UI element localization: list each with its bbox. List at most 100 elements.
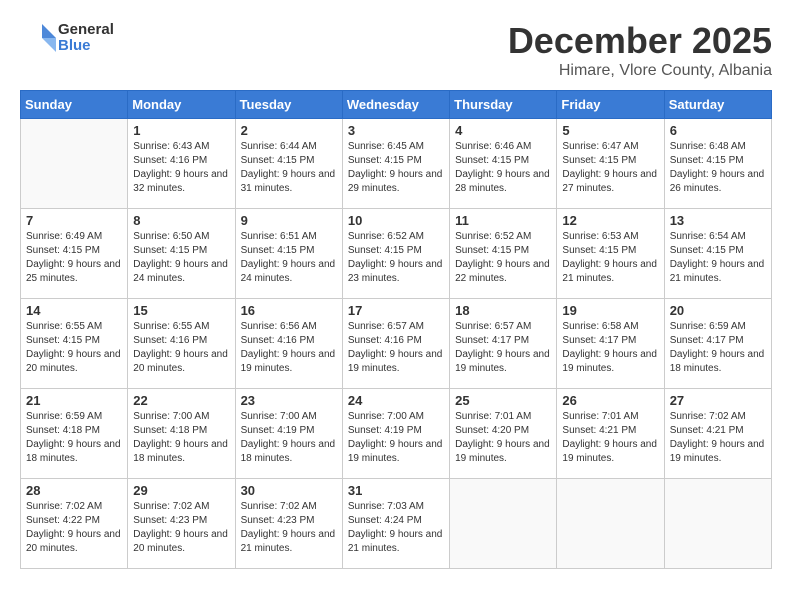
day-info: Sunrise: 6:45 AMSunset: 4:15 PMDaylight:…: [348, 140, 444, 196]
day-number: 29: [133, 483, 229, 498]
day-number: 12: [562, 213, 658, 228]
day-info: Sunrise: 6:59 AMSunset: 4:17 PMDaylight:…: [670, 320, 766, 376]
day-number: 5: [562, 123, 658, 138]
calendar-cell: 2 Sunrise: 6:44 AMSunset: 4:15 PMDaylight…: [235, 119, 342, 209]
day-info: Sunrise: 7:00 AMSunset: 4:19 PMDaylight:…: [348, 410, 444, 466]
day-info: Sunrise: 6:57 AMSunset: 4:17 PMDaylight:…: [455, 320, 551, 376]
day-info: Sunrise: 7:00 AMSunset: 4:18 PMDaylight:…: [133, 410, 229, 466]
day-info: Sunrise: 7:02 AMSunset: 4:23 PMDaylight:…: [241, 500, 337, 556]
calendar-cell: 5Sunrise: 6:47 AMSunset: 4:15 PMDaylight…: [557, 119, 664, 209]
calendar-cell: 20 Sunrise: 6:59 AMSunset: 4:17 PMDayligh…: [664, 299, 771, 389]
day-info: Sunrise: 7:03 AMSunset: 4:24 PMDaylight:…: [348, 500, 444, 556]
day-info: Sunrise: 6:51 AMSunset: 4:15 PMDaylight:…: [241, 230, 337, 286]
day-number: 3: [348, 123, 444, 138]
calendar-cell: 11 Sunrise: 6:52 AMSunset: 4:15 PMDayligh…: [450, 209, 557, 299]
calendar-cell: [21, 119, 128, 209]
day-info: Sunrise: 6:48 AMSunset: 4:15 PMDaylight:…: [670, 140, 766, 196]
calendar-cell: 25 Sunrise: 7:01 AMSunset: 4:20 PMDayligh…: [450, 389, 557, 479]
calendar-cell: 1 Sunrise: 6:43 AMSunset: 4:16 PMDaylight…: [128, 119, 235, 209]
logo-general: General: [58, 22, 114, 39]
calendar-week-row: 1 Sunrise: 6:43 AMSunset: 4:16 PMDaylight…: [21, 119, 772, 209]
day-info: Sunrise: 6:43 AMSunset: 4:16 PMDaylight:…: [133, 140, 229, 196]
day-number: 10: [348, 213, 444, 228]
calendar-cell: 31 Sunrise: 7:03 AMSunset: 4:24 PMDayligh…: [342, 479, 449, 569]
day-number: 23: [241, 393, 337, 408]
day-info: Sunrise: 6:49 AMSunset: 4:15 PMDaylight:…: [26, 230, 122, 286]
day-info: Sunrise: 6:55 AMSunset: 4:15 PMDaylight:…: [26, 320, 122, 376]
calendar-cell: [450, 479, 557, 569]
day-info: Sunrise: 6:55 AMSunset: 4:16 PMDaylight:…: [133, 320, 229, 376]
day-number: 20: [670, 303, 766, 318]
calendar-cell: 18Sunrise: 6:57 AMSunset: 4:17 PMDayligh…: [450, 299, 557, 389]
day-info: Sunrise: 7:01 AMSunset: 4:20 PMDaylight:…: [455, 410, 551, 466]
day-number: 1: [133, 123, 229, 138]
day-number: 19: [562, 303, 658, 318]
day-number: 16: [241, 303, 337, 318]
calendar-cell: 7 Sunrise: 6:49 AMSunset: 4:15 PMDaylight…: [21, 209, 128, 299]
column-header-thursday: Thursday: [450, 91, 557, 119]
day-number: 27: [670, 393, 766, 408]
day-info: Sunrise: 7:00 AMSunset: 4:19 PMDaylight:…: [241, 410, 337, 466]
day-info: Sunrise: 6:46 AMSunset: 4:15 PMDaylight:…: [455, 140, 551, 196]
calendar-cell: 15Sunrise: 6:55 AMSunset: 4:16 PMDayligh…: [128, 299, 235, 389]
calendar-cell: 8Sunrise: 6:50 AMSunset: 4:15 PMDaylight…: [128, 209, 235, 299]
day-info: Sunrise: 6:56 AMSunset: 4:16 PMDaylight:…: [241, 320, 337, 376]
day-number: 14: [26, 303, 122, 318]
day-number: 25: [455, 393, 551, 408]
column-header-friday: Friday: [557, 91, 664, 119]
day-number: 21: [26, 393, 122, 408]
calendar-week-row: 28 Sunrise: 7:02 AMSunset: 4:22 PMDayligh…: [21, 479, 772, 569]
day-number: 31: [348, 483, 444, 498]
day-info: Sunrise: 6:58 AMSunset: 4:17 PMDaylight:…: [562, 320, 658, 376]
day-number: 11: [455, 213, 551, 228]
day-info: Sunrise: 6:50 AMSunset: 4:15 PMDaylight:…: [133, 230, 229, 286]
day-info: Sunrise: 6:52 AMSunset: 4:15 PMDaylight:…: [348, 230, 444, 286]
column-header-saturday: Saturday: [664, 91, 771, 119]
title-area: December 2025 Himare, Vlore County, Alba…: [508, 20, 772, 80]
day-number: 6: [670, 123, 766, 138]
day-info: Sunrise: 6:44 AMSunset: 4:15 PMDaylight:…: [241, 140, 337, 196]
calendar-cell: 16 Sunrise: 6:56 AMSunset: 4:16 PMDayligh…: [235, 299, 342, 389]
calendar-cell: 30 Sunrise: 7:02 AMSunset: 4:23 PMDayligh…: [235, 479, 342, 569]
calendar-header-row: SundayMondayTuesdayWednesdayThursdayFrid…: [21, 91, 772, 119]
column-header-wednesday: Wednesday: [342, 91, 449, 119]
day-info: Sunrise: 6:54 AMSunset: 4:15 PMDaylight:…: [670, 230, 766, 286]
day-number: 28: [26, 483, 122, 498]
logo-container: General Blue: [20, 20, 114, 56]
page-header: General Blue December 2025 Himare, Vlore…: [20, 20, 772, 80]
day-number: 30: [241, 483, 337, 498]
calendar-cell: 22 Sunrise: 7:00 AMSunset: 4:18 PMDayligh…: [128, 389, 235, 479]
calendar-cell: [664, 479, 771, 569]
calendar-cell: [557, 479, 664, 569]
calendar-cell: 9 Sunrise: 6:51 AMSunset: 4:15 PMDaylight…: [235, 209, 342, 299]
calendar-cell: 14 Sunrise: 6:55 AMSunset: 4:15 PMDayligh…: [21, 299, 128, 389]
day-info: Sunrise: 6:52 AMSunset: 4:15 PMDaylight:…: [455, 230, 551, 286]
day-info: Sunrise: 7:01 AMSunset: 4:21 PMDaylight:…: [562, 410, 658, 466]
day-info: Sunrise: 6:59 AMSunset: 4:18 PMDaylight:…: [26, 410, 122, 466]
month-year-title: December 2025: [508, 20, 772, 62]
day-number: 7: [26, 213, 122, 228]
day-number: 22: [133, 393, 229, 408]
calendar-cell: 10 Sunrise: 6:52 AMSunset: 4:15 PMDayligh…: [342, 209, 449, 299]
day-info: Sunrise: 6:57 AMSunset: 4:16 PMDaylight:…: [348, 320, 444, 376]
calendar-table: SundayMondayTuesdayWednesdayThursdayFrid…: [20, 90, 772, 569]
day-info: Sunrise: 7:02 AMSunset: 4:22 PMDaylight:…: [26, 500, 122, 556]
column-header-sunday: Sunday: [21, 91, 128, 119]
day-number: 17: [348, 303, 444, 318]
calendar-cell: 6 Sunrise: 6:48 AMSunset: 4:15 PMDaylight…: [664, 119, 771, 209]
day-number: 24: [348, 393, 444, 408]
logo-blue: Blue: [58, 38, 114, 55]
day-info: Sunrise: 6:53 AMSunset: 4:15 PMDaylight:…: [562, 230, 658, 286]
calendar-cell: 28 Sunrise: 7:02 AMSunset: 4:22 PMDayligh…: [21, 479, 128, 569]
day-info: Sunrise: 7:02 AMSunset: 4:23 PMDaylight:…: [133, 500, 229, 556]
calendar-cell: 24 Sunrise: 7:00 AMSunset: 4:19 PMDayligh…: [342, 389, 449, 479]
day-number: 2: [241, 123, 337, 138]
logo-graphic: [20, 20, 56, 56]
logo-text: General Blue: [58, 22, 114, 55]
calendar-week-row: 21 Sunrise: 6:59 AMSunset: 4:18 PMDayligh…: [21, 389, 772, 479]
calendar-week-row: 14 Sunrise: 6:55 AMSunset: 4:15 PMDayligh…: [21, 299, 772, 389]
calendar-cell: 12 Sunrise: 6:53 AMSunset: 4:15 PMDayligh…: [557, 209, 664, 299]
calendar-cell: 27Sunrise: 7:02 AMSunset: 4:21 PMDayligh…: [664, 389, 771, 479]
day-number: 9: [241, 213, 337, 228]
calendar-cell: 23 Sunrise: 7:00 AMSunset: 4:19 PMDayligh…: [235, 389, 342, 479]
